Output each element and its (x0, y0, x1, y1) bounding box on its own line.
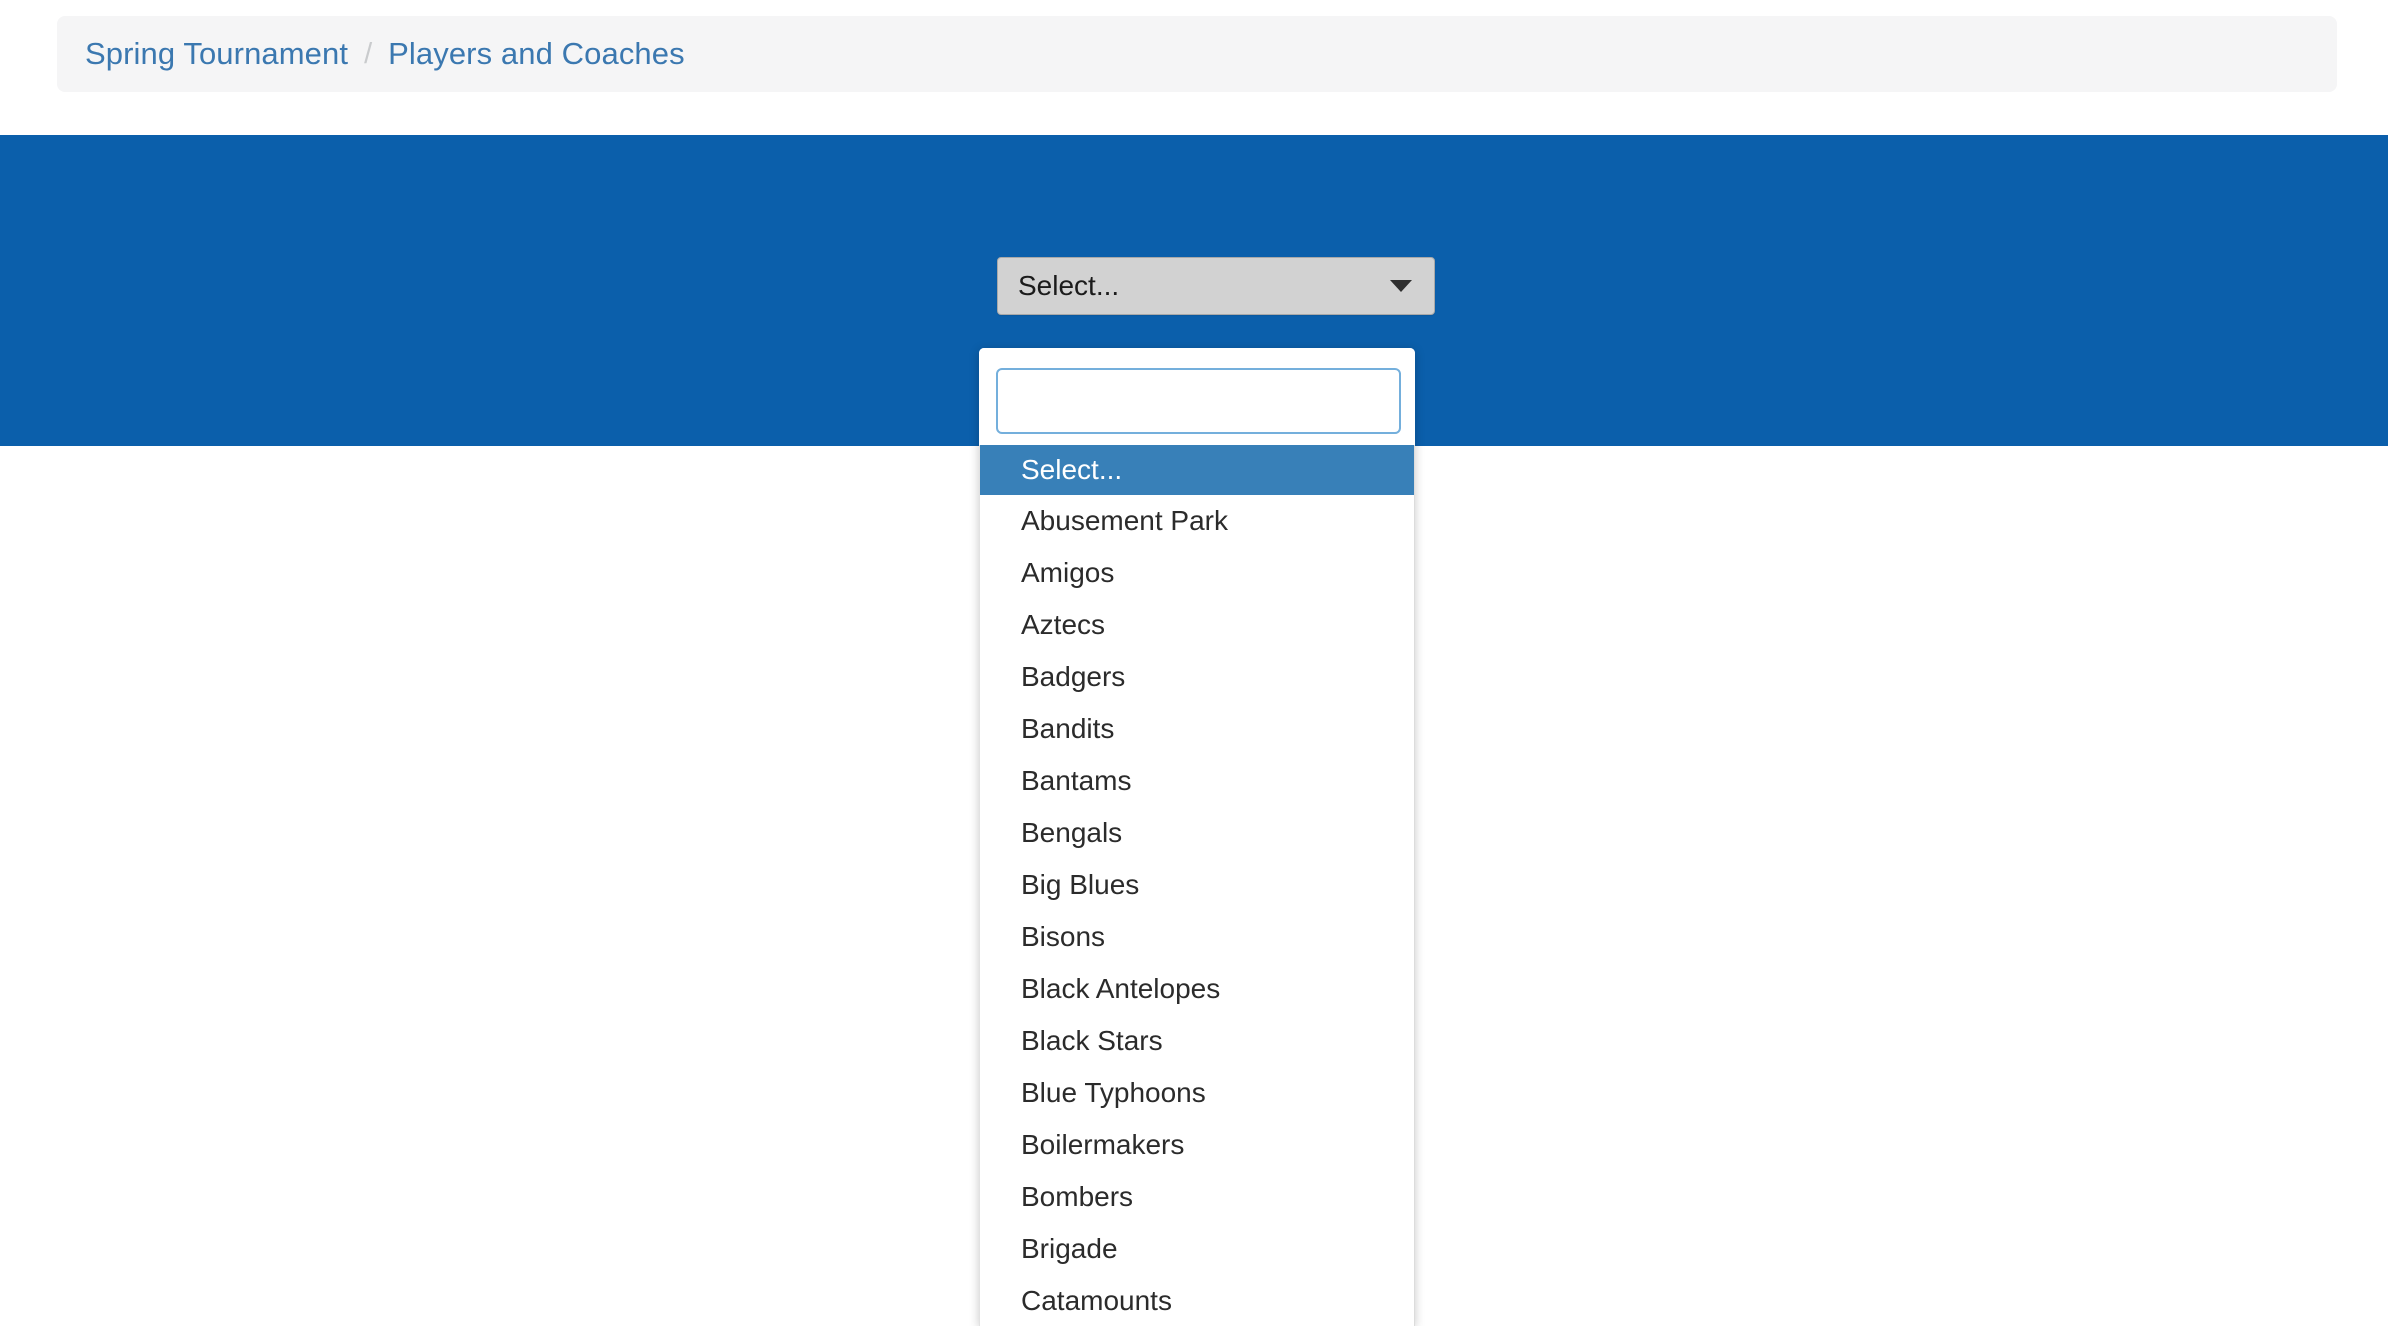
dropdown-search-input[interactable] (996, 368, 1401, 434)
dropdown-option[interactable]: Bantams (980, 755, 1414, 807)
dropdown-option[interactable]: Boilermakers (980, 1119, 1414, 1171)
dropdown-option[interactable]: Abusement Park (980, 495, 1414, 547)
dropdown-option[interactable]: Select... (980, 445, 1414, 495)
dropdown-option[interactable]: Black Antelopes (980, 963, 1414, 1015)
breadcrumb-item-players-and-coaches[interactable]: Players and Coaches (388, 36, 685, 72)
team-select-dropdown: Select... Abusement Park Amigos Aztecs Badge… (979, 348, 1415, 1326)
page-root: Spring Tournament / Players and Coaches … (0, 0, 2388, 1326)
dropdown-option[interactable]: Blue Typhoons (980, 1067, 1414, 1119)
dropdown-option[interactable]: Catamounts (980, 1275, 1414, 1326)
dropdown-option[interactable]: Badgers (980, 651, 1414, 703)
dropdown-option[interactable]: Bandits (980, 703, 1414, 755)
dropdown-option[interactable]: Brigade (980, 1223, 1414, 1275)
dropdown-option[interactable]: Aztecs (980, 599, 1414, 651)
team-select-button[interactable]: Select... (997, 257, 1435, 315)
breadcrumb-item-spring-tournament[interactable]: Spring Tournament (85, 36, 348, 72)
dropdown-option[interactable]: Bombers (980, 1171, 1414, 1223)
breadcrumb-separator: / (364, 37, 373, 70)
dropdown-option[interactable]: Bengals (980, 807, 1414, 859)
dropdown-option[interactable]: Bisons (980, 911, 1414, 963)
dropdown-option-list[interactable]: Select... Abusement Park Amigos Aztecs Badge… (979, 445, 1415, 1326)
dropdown-option[interactable]: Black Stars (980, 1015, 1414, 1067)
dropdown-search-area (979, 348, 1415, 448)
breadcrumb: Spring Tournament / Players and Coaches (57, 16, 2337, 92)
dropdown-option[interactable]: Amigos (980, 547, 1414, 599)
dropdown-option[interactable]: Big Blues (980, 859, 1414, 911)
team-select-value: Select... (1018, 270, 1120, 301)
chevron-down-icon (1390, 280, 1412, 292)
